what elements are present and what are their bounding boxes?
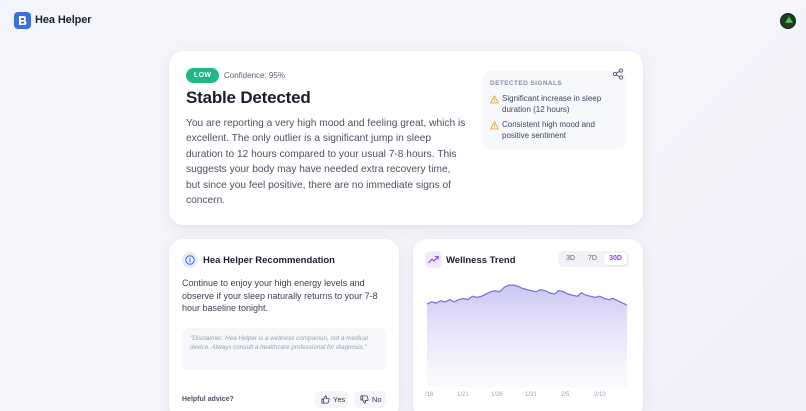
x-tick-label: 1/26 (491, 392, 503, 398)
confidence-label: Confidence: 95% (224, 71, 285, 80)
recommendation-text: Continue to enjoy your high energy level… (182, 278, 378, 314)
avatar-tree-icon[interactable] (780, 13, 796, 29)
status-summary: You are reporting a very high mood and f… (186, 118, 466, 207)
signal-item: Significant increase in sleep duration (… (490, 94, 620, 115)
x-tick-label: /16 (425, 392, 434, 398)
wellness-trend-chart (426, 284, 628, 387)
no-label: No (372, 395, 382, 404)
helpful-advice-label: Helpful advice? (182, 396, 234, 403)
wellness-trend-card: Wellness Trend 3D 7D 30D /16 1/21 1/26 1/31… (413, 239, 643, 411)
signals-title: DETECTED SIGNALS (490, 80, 563, 87)
yes-label: Yes (333, 395, 346, 404)
x-tick-label: 2/5 (561, 392, 570, 398)
share-icon[interactable] (612, 68, 624, 80)
disclaimer-text: "Disclaimer: Hea Helper is a wellness co… (182, 328, 386, 370)
x-tick-label: 1/21 (457, 392, 469, 398)
yes-button[interactable]: Yes (315, 391, 348, 408)
signal-text: Significant increase in sleep duration (… (502, 94, 602, 114)
x-tick-label: 1/31 (525, 392, 537, 398)
info-icon (182, 252, 198, 268)
risk-level-badge: LOW (186, 68, 220, 83)
recommendation-title: Hea Helper Recommendation (203, 255, 335, 266)
status-card: LOW Confidence: 95% Stable Detected You … (169, 51, 643, 225)
warning-icon (490, 95, 499, 104)
x-tick-label: 2/10 (594, 392, 606, 398)
no-button[interactable]: No (354, 391, 386, 408)
app-logo-icon[interactable] (14, 12, 31, 29)
signal-text: Consistent high mood and positive sentim… (502, 120, 595, 140)
status-title: Stable Detected (186, 88, 311, 107)
app-title: Hea Helper (35, 14, 92, 26)
signal-item: Consistent high mood and positive sentim… (490, 120, 620, 141)
thumbs-down-icon (360, 395, 369, 404)
detected-signals-panel: DETECTED SIGNALS Significant increase in… (483, 71, 626, 149)
warning-icon (490, 121, 499, 130)
thumbs-up-icon (321, 395, 330, 404)
recommendation-card: Hea Helper Recommendation Continue to en… (169, 239, 399, 411)
